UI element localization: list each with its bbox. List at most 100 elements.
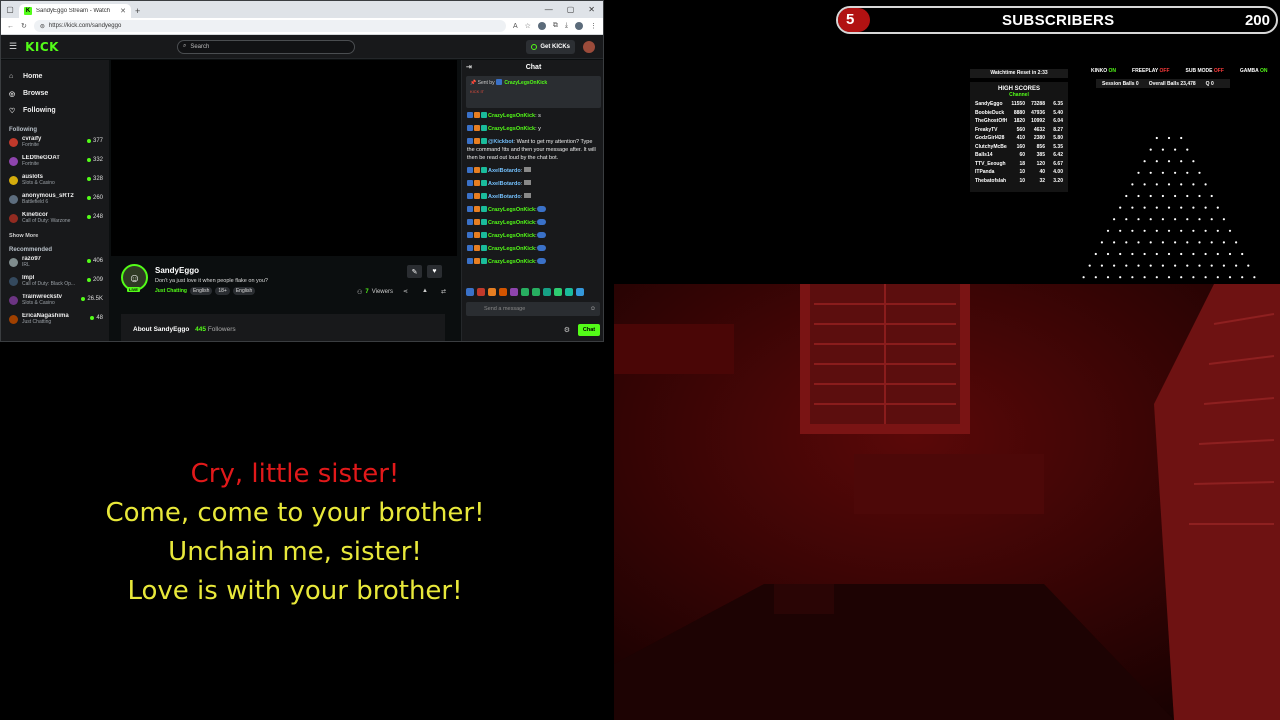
video-player[interactable] (111, 60, 457, 256)
share-icon[interactable]: ⋖ (403, 288, 408, 295)
chat-username[interactable]: CrazyLegsOnKick (488, 233, 535, 239)
plinko-peg (1125, 264, 1128, 267)
chat-username[interactable]: CrazyLegsOnKick (488, 207, 535, 213)
extension-icon[interactable] (537, 22, 546, 30)
chat-username[interactable]: AxelBotardo (488, 181, 521, 187)
send-message-placeholder: Send a message (484, 306, 526, 312)
close-window-icon[interactable]: ✕ (588, 5, 595, 14)
translate-icon[interactable]: A (513, 23, 518, 30)
pin-icon: 📌 (470, 80, 477, 86)
chat-username[interactable]: CrazyLegsOnKick (488, 113, 535, 119)
plinko-peg (1137, 171, 1140, 174)
profile-avatar[interactable] (575, 22, 583, 30)
high-score-cell: 385 (1036, 152, 1045, 159)
emote-shortcut-icon[interactable] (499, 288, 507, 296)
plinko-peg (1143, 229, 1146, 232)
sidebar-channel[interactable]: Trainwreckstv Slots & Casino 26.5K (9, 294, 109, 313)
minimize-icon[interactable]: — (545, 5, 553, 14)
emote-icon (536, 232, 546, 238)
stream-tag[interactable]: English (189, 287, 213, 295)
emote-shortcut-icon[interactable] (466, 288, 474, 296)
sidebar-channel[interactable]: cvraify Fortnite 377 (9, 136, 109, 155)
chat-username[interactable]: CrazyLegsOnKick (488, 220, 535, 226)
back-icon[interactable]: ← (7, 23, 14, 30)
send-message-input[interactable]: Send a message ☺ (466, 302, 600, 316)
chat-username[interactable]: AxelBotardo (488, 194, 521, 200)
chat-settings-gear-icon[interactable]: ⚙ (564, 326, 570, 334)
chat-text: : s (535, 113, 541, 119)
stream-info: ☺ LIVE SandyEggo Don't ya just love it w… (121, 264, 451, 300)
plinko-peg (1253, 276, 1256, 279)
sidebar-channel[interactable]: anonymous_sRT2 Battlefield 6 260 (9, 193, 109, 212)
channel-category: Call of Duty: Warzone (22, 218, 71, 224)
emote-shortcut-icon[interactable] (565, 288, 573, 296)
url-text: https://kick.com/sandyeggo (48, 23, 122, 29)
menu-dots-icon[interactable]: ⋮ (590, 22, 597, 30)
address-bar[interactable]: ⊜ https://kick.com/sandyeggo (33, 20, 506, 32)
emote-shortcut-icon[interactable] (554, 288, 562, 296)
chat-username[interactable]: @Kickbot (488, 139, 514, 145)
high-score-cell: 120 (1036, 160, 1045, 167)
plinko-peg (1106, 229, 1110, 232)
hamburger-menu-icon[interactable]: ☰ (9, 41, 17, 52)
tab-close-icon[interactable]: ✕ (120, 7, 126, 15)
maximize-icon[interactable]: ▢ (567, 5, 575, 14)
sidebar-item-home[interactable]: ⌂ Home (9, 68, 109, 85)
stream-tag[interactable]: English (232, 287, 256, 295)
user-avatar[interactable] (583, 40, 595, 53)
sidebar-channel[interactable]: lmpl Call of Duty: Black Op... 209 (9, 275, 109, 294)
streamer-name[interactable]: SandyEggo (155, 266, 199, 275)
stream-tag[interactable]: 18+ (215, 287, 230, 295)
chat-username[interactable]: CrazyLegsOnKick (488, 259, 535, 265)
extensions-puzzle-icon[interactable]: ⧉ (553, 22, 558, 30)
chat-message: AxelBotardo: (467, 167, 600, 175)
collapse-chat-icon[interactable]: ⇥ (466, 63, 472, 71)
get-kicks-button[interactable]: Get KICKs (526, 39, 575, 54)
follow-heart-icon[interactable]: ♥ (427, 265, 442, 278)
downloads-icon[interactable]: ⤓ (565, 22, 568, 30)
gift-badge-icon (481, 112, 487, 118)
emote-shortcut-icon[interactable] (521, 288, 529, 296)
emote-shortcut-icon[interactable] (488, 288, 496, 296)
sidebar-item-browse[interactable]: ◎ Browse (9, 85, 109, 102)
chat-username[interactable]: CrazyLegsOnKick (488, 246, 535, 252)
kick-logo[interactable]: KICK (25, 40, 59, 54)
emote-shortcut-icon[interactable] (543, 288, 551, 296)
emote-shortcut-icon[interactable] (532, 288, 540, 296)
bookmark-star-icon[interactable]: ☆ (525, 22, 531, 30)
sidebar-channel[interactable]: EricaNagashima Just Chatting 48 (9, 313, 109, 332)
emote-shortcut-icon[interactable] (576, 288, 584, 296)
channel-viewer-count: 26.5K (87, 296, 103, 302)
tab-actions-icon[interactable]: ▢ (5, 5, 15, 15)
sidebar-channel[interactable]: razo97 IRL 406 (9, 256, 109, 275)
pinned-username[interactable]: CrazyLegsOnKick (504, 80, 547, 86)
user-badge-icon (467, 245, 473, 251)
report-icon[interactable]: ▲ (422, 288, 428, 294)
reload-icon[interactable]: ↻ (21, 22, 27, 30)
sidebar-channel[interactable]: auslots Slots & Casino 328 (9, 174, 109, 193)
notification-bell-icon[interactable]: ✎ (407, 265, 422, 278)
high-score-row: SandyEggo 11550 73288 6.35 (975, 100, 1063, 109)
sidebar-channel[interactable]: Kineticor Call of Duty: Warzone 248 (9, 212, 109, 231)
new-tab-icon[interactable]: + (135, 6, 140, 16)
stream-category[interactable]: Just Chatting (155, 288, 187, 294)
pinned-message[interactable]: 📌 Sent by CrazyLegsOnKick KICK IT (466, 76, 601, 108)
mode-state: ON (1259, 68, 1268, 74)
sidebar-channel[interactable]: LEDtheGOAT Fortnite 332 (9, 155, 109, 174)
high-score-cell: 60 (1019, 152, 1025, 159)
channel-viewers: 332 (86, 157, 109, 163)
search-input[interactable]: ⌕ Search (176, 39, 355, 54)
emote-shortcut-icon[interactable] (477, 288, 485, 296)
chat-send-button[interactable]: Chat (578, 324, 600, 336)
sub-badge-icon (474, 258, 480, 264)
chat-username[interactable]: AxelBotardo (488, 168, 521, 174)
browser-tab[interactable]: K SandyEggo Stream - Watch ✕ (19, 4, 131, 18)
sidebar-item-following[interactable]: ♡ Following (9, 102, 109, 119)
chat-username[interactable]: CrazyLegsOnKick (488, 126, 535, 132)
emote-shortcut-icon[interactable] (510, 288, 518, 296)
clip-icon[interactable]: ⇄ (441, 288, 446, 295)
chat-message: CrazyLegsOnKick: y (467, 125, 600, 133)
emoji-picker-icon[interactable]: ☺ (590, 306, 596, 312)
site-info-icon[interactable]: ⊜ (40, 23, 45, 30)
show-more-link[interactable]: Show More (9, 233, 109, 239)
